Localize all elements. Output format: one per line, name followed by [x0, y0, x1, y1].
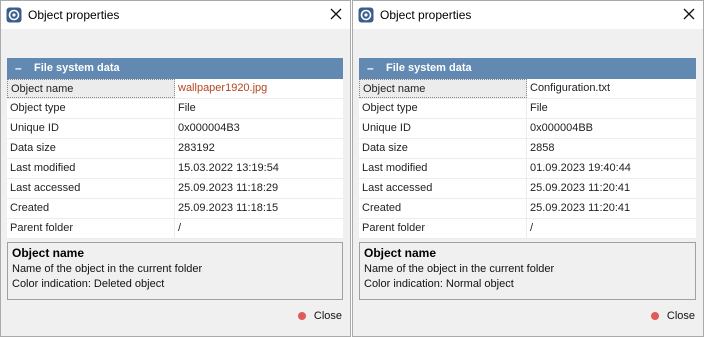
property-row-created[interactable]: Created 25.09.2023 11:18:15 [7, 199, 343, 219]
title-bar: Object properties [353, 1, 703, 29]
description-color-indication: Color indication: Normal object [364, 278, 514, 290]
property-row-object-type[interactable]: Object type File [7, 99, 343, 119]
property-value: Configuration.txt [530, 82, 611, 94]
property-key: Last modified [7, 159, 175, 178]
description-title: Object name [364, 246, 437, 260]
group-header-file-system-data[interactable]: – File system data [7, 58, 343, 79]
collapse-toggle[interactable]: – [367, 61, 374, 75]
property-value: 25.09.2023 11:20:41 [530, 202, 631, 214]
properties-dialog-right: Object properties – File system data Obj… [352, 0, 704, 337]
app-logo-icon [6, 7, 22, 23]
property-value: 25.09.2023 11:18:15 [178, 202, 279, 214]
property-value: wallpaper1920.jpg [178, 82, 268, 94]
property-value: 25.09.2023 11:20:41 [530, 182, 631, 194]
close-icon[interactable] [681, 6, 697, 22]
red-dot-icon [650, 312, 659, 320]
property-key: Last accessed [359, 179, 527, 198]
property-key: Last modified [359, 159, 527, 178]
description-color-indication: Color indication: Deleted object [12, 278, 165, 290]
description-title: Object name [12, 246, 85, 260]
property-key: Last accessed [7, 179, 175, 198]
property-key: Unique ID [7, 119, 175, 138]
property-row-unique-id[interactable]: Unique ID 0x000004B3 [7, 119, 343, 139]
property-value: 283192 [178, 142, 215, 154]
property-grid: Object name wallpaper1920.jpg Object typ… [7, 79, 343, 239]
property-key: Data size [7, 139, 175, 158]
properties-panel: – File system data Object name Configura… [359, 58, 696, 300]
property-value: / [530, 222, 534, 234]
property-grid: Object name Configuration.txt Object typ… [359, 79, 696, 239]
property-row-parent-folder[interactable]: Parent folder / [359, 219, 696, 239]
property-key: Unique ID [359, 119, 527, 138]
property-key: Data size [359, 139, 527, 158]
group-header-file-system-data[interactable]: – File system data [359, 58, 696, 79]
property-key: Created [359, 199, 527, 218]
description-box: Object name Name of the object in the cu… [7, 242, 343, 300]
property-value: 0x000004BB [530, 122, 593, 134]
collapse-toggle[interactable]: – [15, 61, 22, 75]
property-row-object-type[interactable]: Object type File [359, 99, 696, 119]
property-value: 15.03.2022 13:19:54 [178, 162, 279, 174]
property-row-last-modified[interactable]: Last modified 01.09.2023 19:40:44 [359, 159, 696, 179]
description-line: Name of the object in the current folder [12, 263, 203, 275]
property-key: Parent folder [359, 219, 527, 238]
close-button[interactable]: Close [650, 307, 695, 325]
property-key: Object type [7, 99, 175, 118]
close-icon[interactable] [328, 6, 344, 22]
property-value: File [530, 102, 548, 114]
description-line: Name of the object in the current folder [364, 263, 555, 275]
description-box: Object name Name of the object in the cu… [359, 242, 696, 300]
title-bar: Object properties [1, 1, 350, 29]
property-value: 2858 [530, 142, 555, 154]
close-button[interactable]: Close [297, 307, 342, 325]
property-row-object-name[interactable]: Object name Configuration.txt [359, 79, 696, 99]
property-row-parent-folder[interactable]: Parent folder / [7, 219, 343, 239]
properties-dialog-left: Object properties – File system data Obj… [0, 0, 351, 337]
property-key: Created [7, 199, 175, 218]
properties-panel: – File system data Object name wallpaper… [7, 58, 343, 300]
property-key: Object name [359, 79, 527, 98]
app-logo-icon [358, 7, 374, 23]
property-row-last-modified[interactable]: Last modified 15.03.2022 13:19:54 [7, 159, 343, 179]
property-row-created[interactable]: Created 25.09.2023 11:20:41 [359, 199, 696, 219]
property-value: 0x000004B3 [178, 122, 240, 134]
dialog-title: Object properties [28, 8, 120, 22]
property-value: 25.09.2023 11:18:29 [178, 182, 279, 194]
red-dot-icon [297, 312, 306, 320]
close-button-label: Close [313, 310, 342, 322]
property-row-data-size[interactable]: Data size 283192 [7, 139, 343, 159]
property-value: / [178, 222, 182, 234]
property-row-last-accessed[interactable]: Last accessed 25.09.2023 11:20:41 [359, 179, 696, 199]
property-value: 01.09.2023 19:40:44 [530, 162, 631, 174]
property-value: File [178, 102, 196, 114]
property-key: Object name [7, 79, 175, 98]
property-key: Object type [359, 99, 527, 118]
property-row-unique-id[interactable]: Unique ID 0x000004BB [359, 119, 696, 139]
close-button-label: Close [666, 310, 695, 322]
property-row-object-name[interactable]: Object name wallpaper1920.jpg [7, 79, 343, 99]
property-row-last-accessed[interactable]: Last accessed 25.09.2023 11:18:29 [7, 179, 343, 199]
dialog-title: Object properties [380, 8, 472, 22]
property-row-data-size[interactable]: Data size 2858 [359, 139, 696, 159]
group-title: File system data [34, 62, 120, 74]
property-key: Parent folder [7, 219, 175, 238]
group-title: File system data [386, 62, 472, 74]
